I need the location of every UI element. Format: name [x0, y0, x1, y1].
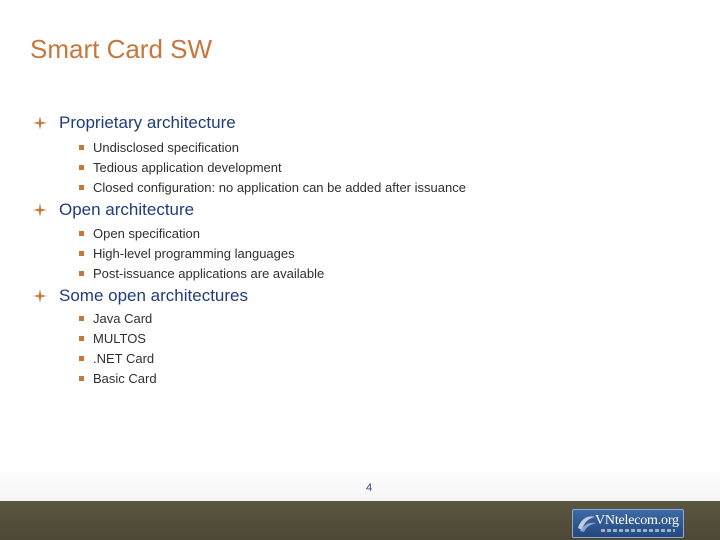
square-bullet-icon [79, 270, 84, 276]
logo-text: VNtelecom.org [595, 513, 679, 528]
square-bullet-icon [79, 184, 84, 190]
slide-title: Smart Card SW [30, 34, 213, 64]
slide: Smart Card SW Proprietary architecture U… [0, 0, 720, 540]
list-item-text: Closed configuration: no application can… [93, 179, 466, 195]
list-item-text: Tedious application development [93, 159, 282, 175]
list-item: Undisclosed specification [78, 137, 466, 157]
bullet-list: Undisclosed specification Tedious applic… [32, 137, 466, 197]
square-bullet-icon [79, 335, 84, 341]
bullet-list: Java Card MULTOS .NET Card Basic Card [32, 308, 248, 388]
list-item: Java Card [78, 308, 248, 328]
four-point-star-icon [33, 289, 47, 303]
four-point-star-icon [33, 116, 47, 130]
square-bullet-icon [79, 144, 84, 150]
logo-tagline-strip [601, 529, 675, 532]
list-item-text: Undisclosed specification [93, 139, 239, 155]
square-bullet-icon [79, 355, 84, 361]
section-heading-text: Some open architectures [59, 286, 248, 305]
list-item: Tedious application development [78, 157, 466, 177]
section-heading-text: Proprietary architecture [59, 113, 236, 132]
list-item-text: Post-issuance applications are available [93, 265, 325, 281]
section-heading: Open architecture [32, 198, 324, 222]
list-item: Closed configuration: no application can… [78, 177, 466, 197]
section-heading: Some open architectures [32, 284, 248, 308]
square-bullet-icon [79, 375, 84, 381]
list-item: High-level programming languages [78, 243, 324, 263]
square-bullet-icon [79, 164, 84, 170]
list-item-text: High-level programming languages [93, 245, 295, 261]
footer-fade [0, 470, 720, 501]
list-item: .NET Card [78, 348, 248, 368]
bullet-list: Open specification High-level programmin… [32, 223, 324, 283]
square-bullet-icon [79, 250, 84, 256]
section-open: Open architecture Open specification Hig… [32, 198, 324, 283]
square-bullet-icon [79, 230, 84, 236]
list-item: Post-issuance applications are available [78, 263, 324, 283]
list-item-text: Open specification [93, 225, 200, 241]
section-heading: Proprietary architecture [32, 111, 466, 135]
list-item-text: MULTOS [93, 330, 146, 346]
list-item: Open specification [78, 223, 324, 243]
list-item-text: .NET Card [93, 350, 155, 366]
vntelecom-logo: VNtelecom.org [572, 509, 684, 538]
square-bullet-icon [79, 315, 84, 321]
page-number: 4 [365, 482, 373, 494]
list-item: Basic Card [78, 368, 248, 388]
list-item: MULTOS [78, 328, 248, 348]
list-item-text: Basic Card [93, 370, 157, 386]
section-heading-text: Open architecture [59, 200, 195, 219]
list-item-text: Java Card [93, 310, 153, 326]
four-point-star-icon [33, 203, 47, 217]
section-proprietary: Proprietary architecture Undisclosed spe… [32, 111, 466, 197]
section-some-open: Some open architectures Java Card MULTOS… [32, 284, 248, 388]
swoosh-icon [578, 516, 596, 532]
